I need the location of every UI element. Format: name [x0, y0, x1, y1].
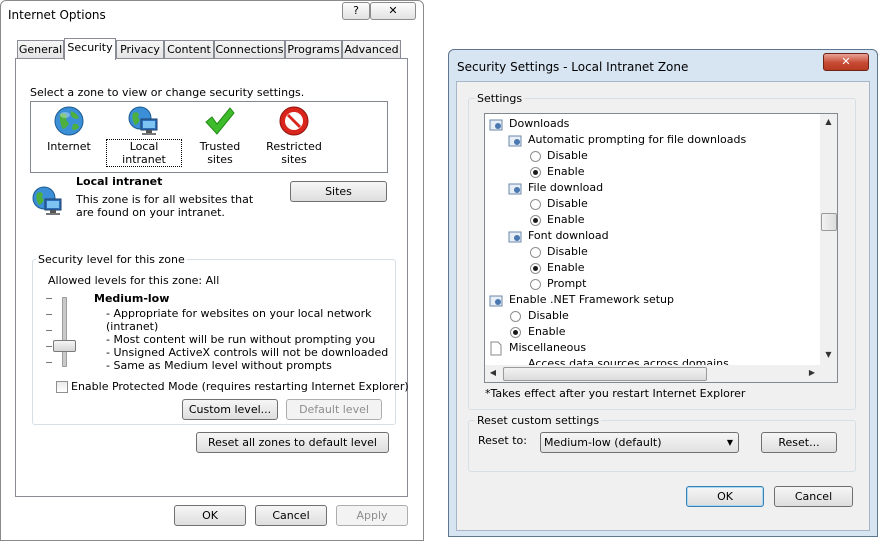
radio-enable[interactable] [530, 167, 541, 178]
zone-trusted-sites[interactable]: Trusted sites [187, 140, 253, 166]
chevron-down-icon: ▼ [726, 438, 733, 447]
tree-option[interactable]: Enable [547, 164, 584, 180]
tree-option[interactable]: Enable [528, 324, 565, 340]
custom-level-button[interactable]: Custom level... [182, 399, 278, 420]
settings-gear-icon [508, 183, 522, 195]
radio-disable[interactable] [510, 311, 521, 322]
scroll-down-icon[interactable]: ▼ [820, 350, 837, 359]
intranet-icon[interactable] [127, 105, 161, 137]
radio-enable[interactable] [530, 215, 541, 226]
sites-button[interactable]: Sites [290, 181, 387, 202]
tab-privacy[interactable]: Privacy [116, 40, 164, 58]
tree-option[interactable]: Disable [547, 244, 588, 260]
security-level-name: Medium-low [94, 292, 170, 305]
radio-disable[interactable] [530, 247, 541, 258]
security-level-group-label: Security level for this zone [36, 253, 187, 266]
globe-icon[interactable] [53, 105, 85, 137]
checkmark-icon[interactable] [203, 105, 235, 137]
protected-mode-label: Enable Protected Mode (requires restarti… [71, 380, 409, 393]
tree-heading: File download [528, 181, 604, 194]
settings-tree[interactable]: Downloads Automatic prompting for file d… [484, 113, 838, 383]
zone-description: This zone is for all websites that are f… [76, 193, 254, 219]
ok-button[interactable]: OK [174, 505, 246, 526]
tab-advanced[interactable]: Advanced [342, 40, 401, 58]
ok-button[interactable]: OK [686, 486, 764, 507]
security-slider-track [62, 297, 67, 367]
settings-gear-icon [489, 295, 503, 307]
help-button[interactable]: ? [342, 2, 370, 20]
level-bullet: - Unsigned ActiveX controls will not be … [106, 346, 389, 359]
window-title: Security Settings - Local Intranet Zone [457, 60, 689, 74]
radio-disable[interactable] [530, 199, 541, 210]
reset-button[interactable]: Reset... [761, 432, 837, 453]
radio-enable[interactable] [510, 327, 521, 338]
security-slider-thumb[interactable] [53, 340, 76, 352]
radio-prompt[interactable] [530, 279, 541, 290]
radio-enable[interactable] [530, 263, 541, 274]
intranet-zone-icon [32, 186, 62, 215]
tab-content[interactable]: Content [164, 40, 214, 58]
reset-to-value: Medium-low (default) [544, 436, 662, 449]
restart-note: *Takes effect after you restart Internet… [485, 387, 746, 400]
default-level-button[interactable]: Default level [286, 399, 382, 420]
zone-internet[interactable]: Internet [39, 140, 99, 153]
tab-security[interactable]: Security [64, 38, 116, 60]
slider-tick [46, 346, 52, 347]
tree-option[interactable]: Disable [528, 308, 569, 324]
zone-restricted-sites[interactable]: Restricted sites [263, 140, 325, 166]
apply-button[interactable]: Apply [336, 505, 408, 526]
tree-option[interactable]: Disable [547, 148, 588, 164]
level-bullet: - Most content will be run without promp… [106, 333, 376, 346]
internet-options-window: Internet Options ? ✕ General Security Pr… [0, 0, 424, 541]
cancel-button[interactable]: Cancel [255, 505, 327, 526]
settings-gear-icon [508, 231, 522, 243]
settings-gear-icon [489, 119, 503, 131]
close-button[interactable]: ✕ [823, 53, 869, 71]
slider-tick [46, 314, 52, 315]
reset-to-label: Reset to: [478, 434, 527, 447]
page-icon [490, 341, 502, 356]
zone-prompt: Select a zone to view or change security… [30, 86, 305, 99]
window-title: Internet Options [8, 8, 106, 22]
level-bullet: - Appropriate for websites on your local… [106, 307, 372, 320]
zone-local-intranet[interactable]: Local intranet [106, 139, 182, 167]
scroll-right-icon[interactable]: ▶ [805, 368, 819, 377]
reset-all-zones-button[interactable]: Reset all zones to default level [196, 432, 389, 453]
restricted-icon[interactable] [278, 105, 310, 137]
zone-name: Local intranet [76, 175, 163, 188]
level-bullet: - Same as Medium level without prompts [106, 359, 332, 372]
horizontal-scroll-thumb[interactable] [503, 367, 707, 381]
tree-option[interactable]: Disable [547, 196, 588, 212]
reset-to-select[interactable]: Medium-low (default) ▼ [540, 432, 739, 453]
tree-option[interactable]: Prompt [547, 276, 586, 292]
scroll-up-icon[interactable]: ▲ [820, 117, 837, 126]
cancel-button[interactable]: Cancel [774, 486, 853, 507]
allowed-levels-text: Allowed levels for this zone: All [48, 274, 220, 287]
vertical-scrollbar[interactable] [820, 114, 837, 365]
tree-option[interactable]: Enable [547, 260, 584, 276]
tree-heading: Miscellaneous [509, 341, 587, 354]
slider-tick [46, 362, 52, 363]
level-bullet: (intranet) [106, 320, 159, 333]
tree-option[interactable]: Enable [547, 212, 584, 228]
reset-group-label: Reset custom settings [475, 414, 602, 427]
scroll-left-icon[interactable]: ◀ [486, 368, 500, 377]
settings-gear-icon [508, 135, 522, 147]
slider-tick [46, 330, 52, 331]
radio-disable[interactable] [530, 151, 541, 162]
tree-heading: Font download [528, 229, 609, 242]
tab-connections[interactable]: Connections [214, 40, 285, 58]
tree-heading: Downloads [509, 117, 570, 130]
tree-heading: Automatic prompting for file downloads [528, 133, 747, 146]
protected-mode-checkbox[interactable] [56, 381, 68, 393]
settings-group-label: Settings [475, 92, 525, 105]
vertical-scroll-thumb[interactable] [821, 213, 837, 231]
close-button[interactable]: ✕ [370, 2, 416, 20]
slider-tick [46, 298, 52, 299]
tab-programs[interactable]: Programs [285, 40, 342, 58]
tab-general[interactable]: General [17, 40, 64, 58]
tree-heading: Enable .NET Framework setup [509, 293, 675, 306]
